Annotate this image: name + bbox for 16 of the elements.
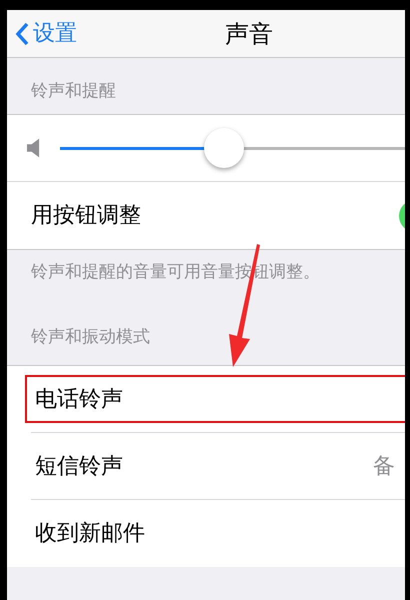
section-header: 铃声和提醒 (31, 80, 116, 102)
row-value: 备 (373, 452, 395, 480)
screen-title: 声音 (225, 18, 273, 50)
toggle-label: 用按钮调整 (31, 202, 141, 230)
settings-row[interactable]: 电话铃声 (31, 366, 405, 433)
row-label: 电话铃声 (35, 386, 123, 414)
speaker-icon (27, 138, 42, 158)
section-header: 铃声和振动模式 (31, 326, 150, 349)
back-button[interactable]: 设置 (7, 17, 77, 50)
settings-row[interactable]: 收到新邮件 (31, 500, 405, 567)
back-chevron-icon (15, 22, 29, 46)
row-label: 短信铃声 (35, 452, 123, 480)
volume-slider[interactable] (60, 128, 405, 168)
settings-row[interactable]: 短信铃声 备 (31, 433, 405, 500)
slider-thumb[interactable] (204, 128, 244, 168)
row-label: 收到新邮件 (35, 520, 145, 548)
